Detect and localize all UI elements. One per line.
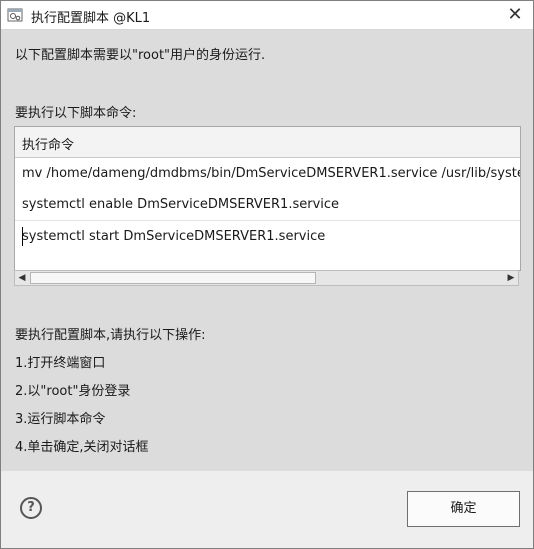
commands-label: 要执行以下脚本命令: xyxy=(15,106,137,121)
table-row[interactable]: systemctl enable DmServiceDMSERVER1.serv… xyxy=(15,189,520,221)
column-header-command[interactable]: 执行命令 xyxy=(22,134,74,153)
title-bar: 执行配置脚本 @KL1 ✕ xyxy=(1,1,533,30)
intro-text: 以下配置脚本需要以"root"用户的身份运行. xyxy=(15,48,266,63)
scroll-right-icon[interactable]: ▶ xyxy=(504,271,518,285)
table-header: 执行命令 xyxy=(15,127,520,158)
commands-table: 执行命令 mv /home/dameng/dmdbms/bin/DmServic… xyxy=(14,126,521,271)
instruction-step: 3.运行脚本命令 xyxy=(15,412,106,427)
window-title: 执行配置脚本 @KL1 xyxy=(31,11,151,26)
scrollbar-thumb[interactable] xyxy=(30,272,316,284)
table-row[interactable]: mv /home/dameng/dmdbms/bin/DmServiceDMSE… xyxy=(15,158,520,189)
command-text: systemctl enable DmServiceDMSERVER1.serv… xyxy=(22,197,340,212)
app-icon xyxy=(7,7,23,23)
command-text: mv /home/dameng/dmdbms/bin/DmServiceDMSE… xyxy=(22,166,520,181)
instruction-step: 1.打开终端窗口 xyxy=(15,356,106,371)
close-icon[interactable]: ✕ xyxy=(507,4,522,25)
close-button[interactable]: ✕ xyxy=(503,3,527,27)
horizontal-scrollbar[interactable]: ◀ ▶ xyxy=(14,270,519,286)
content-area: 以下配置脚本需要以"root"用户的身份运行. 要执行以下脚本命令: 执行命令 … xyxy=(1,30,533,471)
instructions-title: 要执行配置脚本,请执行以下操作: xyxy=(15,328,206,343)
button-bar: ? 确定 xyxy=(1,471,533,548)
instruction-step: 4.单击确定,关闭对话框 xyxy=(15,440,149,455)
scroll-left-icon[interactable]: ◀ xyxy=(15,271,29,285)
ok-button[interactable]: 确定 xyxy=(407,491,520,527)
table-row[interactable]: systemctl start DmServiceDMSERVER1.servi… xyxy=(15,221,520,252)
command-text: systemctl start DmServiceDMSERVER1.servi… xyxy=(22,229,326,244)
configure-script-dialog: 执行配置脚本 @KL1 ✕ 以下配置脚本需要以"root"用户的身份运行. 要执… xyxy=(0,0,534,549)
help-icon[interactable]: ? xyxy=(20,497,42,519)
instruction-step: 2.以"root"身份登录 xyxy=(15,384,131,399)
